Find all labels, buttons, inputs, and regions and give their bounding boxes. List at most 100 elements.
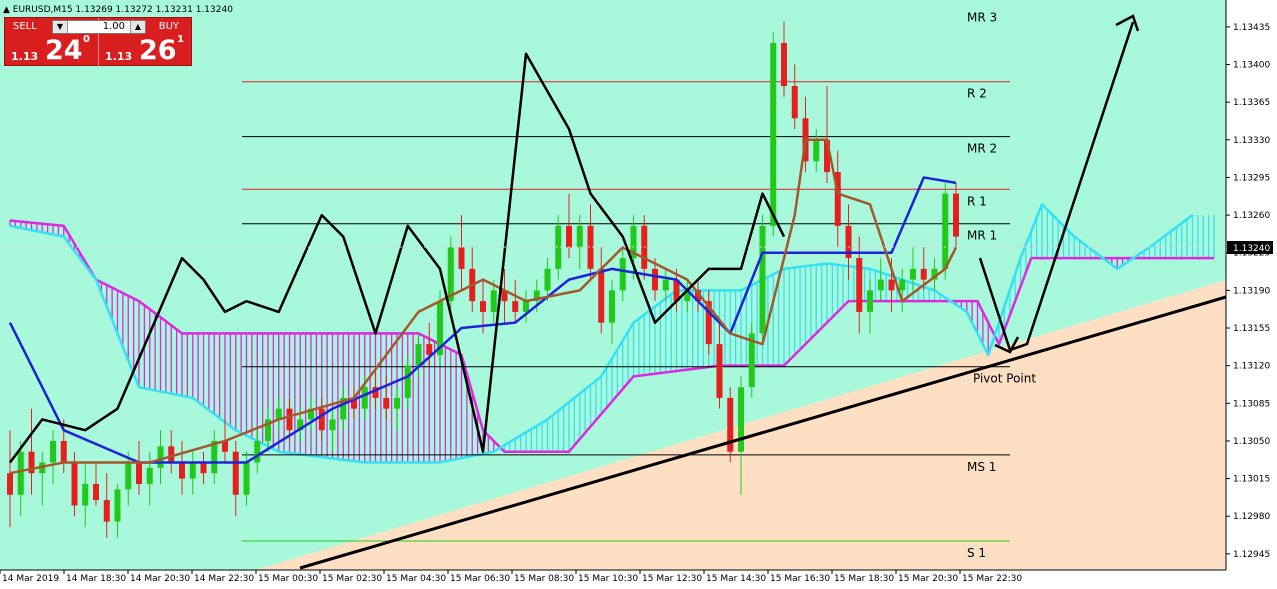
candle-body	[50, 440, 56, 463]
candle-body	[17, 451, 24, 495]
candle-body	[888, 279, 895, 291]
sell-price-prefix: 1.13	[11, 50, 39, 63]
y-tick-label: 1.13295	[1233, 173, 1270, 183]
symbol-header: ▲ EURUSD,M15 1.13269 1.13272 1.13231 1.1…	[3, 5, 233, 15]
candle-body	[781, 43, 787, 87]
y-tick-label: 1.12980	[1233, 512, 1270, 522]
candle-body	[318, 408, 325, 431]
candle-body	[566, 225, 572, 248]
x-tick-label: 14 Mar 18:30	[66, 574, 126, 584]
time-axis: 14 Mar 2019 14 Mar 18:30 14 Mar 20:30 14 Ma…	[0, 569, 1226, 584]
y-tick-label: 1.13365	[1233, 98, 1270, 108]
candle-body	[953, 193, 959, 237]
buy-label: BUY	[158, 21, 179, 32]
candle-body	[60, 440, 67, 463]
y-tick-label: 1.13120	[1233, 362, 1270, 372]
candle-body	[813, 139, 820, 162]
y-tick-label: 1.13400	[1233, 61, 1270, 71]
candle-body	[910, 268, 916, 280]
x-tick-label: 15 Mar 14:30	[706, 574, 766, 584]
candle-body	[480, 301, 486, 312]
y-tick-label: 1.13085	[1233, 399, 1270, 409]
y-tick-label: 1.13155	[1233, 324, 1270, 334]
candle-body	[82, 483, 89, 506]
x-tick-label: 15 Mar 02:30	[322, 574, 382, 584]
buy-price-prefix: 1.13	[105, 50, 133, 63]
candle-body	[426, 344, 433, 355]
current-price-label: 1.13240	[1233, 244, 1270, 254]
candle-body	[447, 247, 454, 302]
candle-body	[200, 462, 207, 474]
candle-body	[329, 419, 336, 431]
x-tick-label: 15 Mar 12:30	[642, 574, 702, 584]
candle-body	[71, 462, 78, 506]
price-axis: 1.13435 1.13400 1.13365 1.13330 1.13295 1.132…	[1225, 0, 1270, 570]
candle-body	[662, 279, 669, 291]
level-label: Pivot Point	[973, 372, 1036, 386]
candle-body	[189, 462, 196, 479]
candle-body	[523, 301, 529, 312]
x-tick-label: 14 Mar 2019	[2, 574, 59, 584]
candle-body	[168, 446, 175, 463]
buy-price-sup: 1	[177, 34, 184, 45]
candle-body	[458, 247, 465, 269]
candle-body	[544, 268, 551, 291]
candle-body	[791, 86, 798, 119]
candle-body	[738, 387, 744, 452]
candle-body	[157, 446, 164, 468]
candle-body	[490, 290, 497, 312]
candle-body	[920, 268, 927, 280]
level-label: MR 3	[967, 10, 997, 24]
level-label: MR 1	[967, 229, 997, 243]
y-tick-label: 1.13330	[1233, 136, 1270, 146]
level-label: S 1	[967, 546, 986, 560]
level-label: R 1	[967, 194, 987, 208]
one-click-trade-panel: SELL 1.13 24 0 BUY 1.13 26 1 ▼ 1.00 ▲	[4, 17, 192, 67]
lot-size-value: 1.00	[102, 21, 125, 32]
y-tick-label: 1.13050	[1233, 437, 1270, 447]
candle-body	[7, 473, 13, 495]
y-tick-label: 1.13190	[1233, 286, 1270, 296]
candle-body	[179, 462, 185, 479]
candle-body	[125, 462, 132, 490]
candle-body	[243, 462, 250, 495]
x-tick-label: 15 Mar 08:30	[514, 574, 574, 584]
candle-body	[383, 397, 390, 409]
lot-size-input[interactable]: ▼ 1.00 ▲	[52, 20, 146, 34]
y-tick-label: 1.12945	[1233, 550, 1270, 560]
level-label: MR 2	[967, 142, 997, 156]
lot-increase-icon[interactable]: ▲	[130, 21, 145, 33]
x-tick-label: 15 Mar 00:30	[258, 574, 318, 584]
candle-body	[867, 290, 873, 312]
y-tick-label: 1.13435	[1233, 23, 1270, 33]
level-label: MS 1	[967, 460, 996, 474]
candle-body	[404, 365, 411, 398]
candle-body	[899, 279, 906, 291]
x-tick-label: 15 Mar 10:30	[578, 574, 638, 584]
price-chart: MR 3 R 2 MR 2 R 1 MR 1 Pivot Point MS 1 S 1 1.1…	[0, 0, 1273, 584]
candle-body	[716, 344, 723, 398]
candle-body	[942, 193, 949, 269]
candle-body	[576, 225, 583, 248]
candle-body	[114, 489, 121, 522]
sell-label: SELL	[13, 21, 37, 32]
candle-body	[136, 462, 142, 484]
level-label: R 2	[967, 87, 987, 101]
x-tick-label: 15 Mar 22:30	[962, 574, 1022, 584]
candle-body	[598, 268, 605, 323]
x-tick-label: 15 Mar 18:30	[834, 574, 894, 584]
candle-body	[619, 258, 626, 291]
candle-body	[652, 268, 658, 291]
candle-body	[609, 290, 615, 323]
candle-body	[512, 301, 519, 312]
candle-body	[361, 387, 368, 409]
candle-body	[146, 467, 153, 484]
y-tick-label: 1.13260	[1233, 211, 1270, 221]
candle-body	[759, 225, 766, 334]
candle-body	[770, 43, 777, 226]
x-tick-label: 15 Mar 06:30	[450, 574, 510, 584]
candle-body	[394, 397, 400, 409]
x-tick-label: 15 Mar 16:30	[770, 574, 830, 584]
sell-price-sup: 0	[83, 34, 90, 45]
lot-decrease-icon[interactable]: ▼	[53, 21, 68, 33]
